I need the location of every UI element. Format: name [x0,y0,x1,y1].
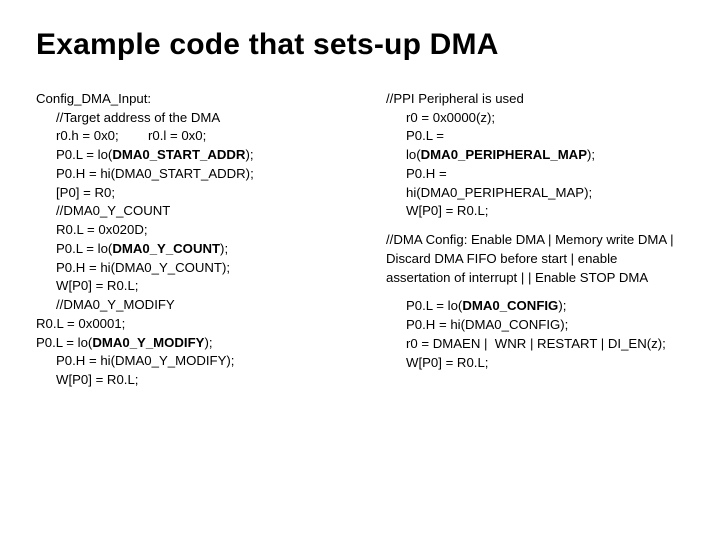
code-line: P0.H = hi(DMA0_Y_MODIFY); [36,352,356,371]
code-text: ); [587,147,595,162]
code-text: lo( [406,147,421,162]
code-text: ); [220,241,228,256]
code-line: //DMA0_Y_MODIFY [36,296,356,315]
code-line: hi(DMA0_PERIPHERAL_MAP); [386,184,684,203]
gap [386,287,684,297]
code-text: P0.L = lo( [56,241,112,256]
code-line: W[P0] = R0.L; [386,354,684,373]
left-column: Config_DMA_Input: //Target address of th… [36,90,356,390]
code-line: W[P0] = R0.L; [36,277,356,296]
code-line: r0.h = 0x0; r0.l = 0x0; [36,127,356,146]
right-column: //PPI Peripheral is used r0 = 0x0000(z);… [386,90,684,390]
code-line: P0.L = lo(DMA0_CONFIG); [386,297,684,316]
code-text: ); [204,335,212,350]
code-line: P0.L = lo(DMA0_Y_COUNT); [36,240,356,259]
code-line: W[P0] = R0.L; [36,371,356,390]
code-line: W[P0] = R0.L; [386,202,684,221]
code-comment: //DMA Config: Enable DMA | Memory write … [386,231,684,287]
code-line: P0.H = hi(DMA0_Y_COUNT); [36,259,356,278]
code-line: [P0] = R0; [36,184,356,203]
code-line: P0.H = hi(DMA0_CONFIG); [386,316,684,335]
code-text: P0.L = lo( [36,335,92,350]
code-line: r0 = DMAEN | WNR | RESTART | DI_EN(z); [386,335,684,354]
code-line: Config_DMA_Input: [36,90,356,109]
code-line: r0 = 0x0000(z); [386,109,684,128]
code-line: lo(DMA0_PERIPHERAL_MAP); [386,146,684,165]
code-line: P0.L = [386,127,684,146]
code-text: ); [245,147,253,162]
code-line: //Target address of the DMA [36,109,356,128]
code-bold: DMA0_Y_MODIFY [92,335,204,350]
code-bold: DMA0_CONFIG [462,298,558,313]
code-line: P0.H = hi(DMA0_START_ADDR); [36,165,356,184]
code-line: P0.L = lo(DMA0_Y_MODIFY); [36,334,356,353]
content-columns: Config_DMA_Input: //Target address of th… [36,90,684,390]
code-text: ); [558,298,566,313]
code-line: P0.H = [386,165,684,184]
code-bold: DMA0_Y_COUNT [112,241,220,256]
code-bold: DMA0_START_ADDR [112,147,245,162]
code-text: P0.L = lo( [56,147,112,162]
slide-title: Example code that sets-up DMA [36,28,684,62]
code-line: P0.L = lo(DMA0_START_ADDR); [36,146,356,165]
code-line: R0.L = 0x0001; [36,315,356,334]
code-line: //DMA0_Y_COUNT [36,202,356,221]
code-line: R0.L = 0x020D; [36,221,356,240]
code-line: //PPI Peripheral is used [386,90,684,109]
gap [386,221,684,231]
code-text: P0.L = lo( [406,298,462,313]
code-bold: DMA0_PERIPHERAL_MAP [421,147,587,162]
